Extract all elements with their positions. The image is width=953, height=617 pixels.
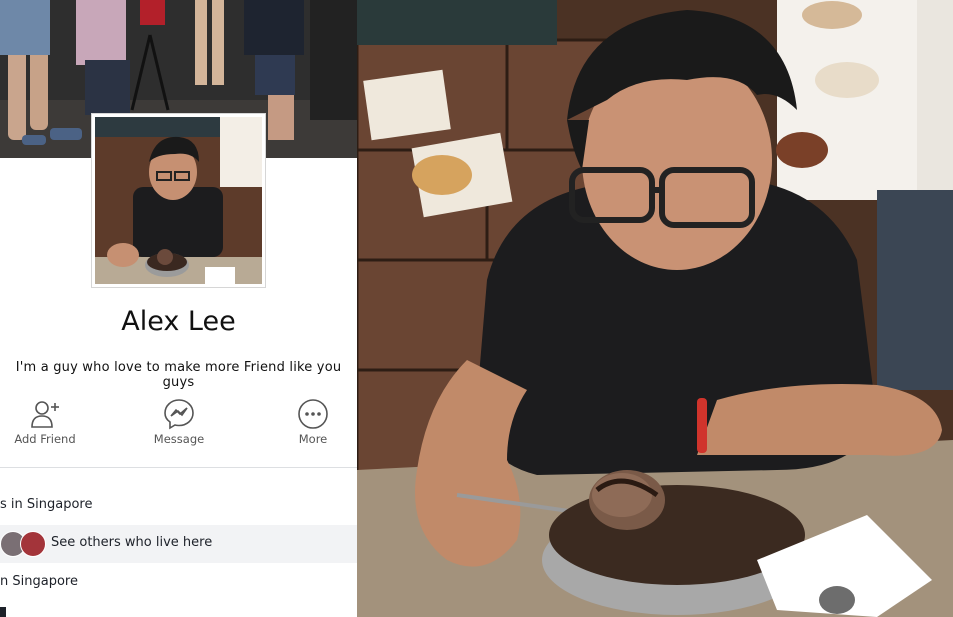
profile-picture-image [95,117,262,284]
more-label: More [298,432,328,446]
message-button[interactable]: Message [134,398,224,446]
profile-picture[interactable] [91,113,266,288]
more-button[interactable]: More [268,398,357,446]
avatar [20,531,46,557]
see-others-row[interactable]: See others who live here [0,525,357,563]
friends-avatars [0,531,46,557]
main-photo-image [357,0,953,617]
profile-name: Alex Lee [121,306,236,337]
profile-bio: I'm a guy who love to make more Friend l… [15,360,342,390]
see-others-text: See others who live here [51,535,213,550]
profile-actions: Add Friend Message More [0,398,357,460]
add-friend-button[interactable]: Add Friend [0,398,90,446]
truncated-text-fragment [0,607,6,617]
main-photo[interactable] [357,0,953,617]
from-row[interactable]: n Singapore [0,574,357,589]
profile-panel: Alex Lee I'm a guy who love to make more… [0,0,357,617]
add-friend-icon [31,401,59,428]
message-label: Message [153,432,205,446]
messenger-icon [164,399,194,430]
add-friend-label: Add Friend [14,432,76,446]
from-text: n Singapore [0,574,78,589]
lives-in-text: s in Singapore [0,497,93,512]
divider [0,467,357,468]
more-icon [298,399,328,429]
lives-in-row[interactable]: s in Singapore [0,497,357,512]
